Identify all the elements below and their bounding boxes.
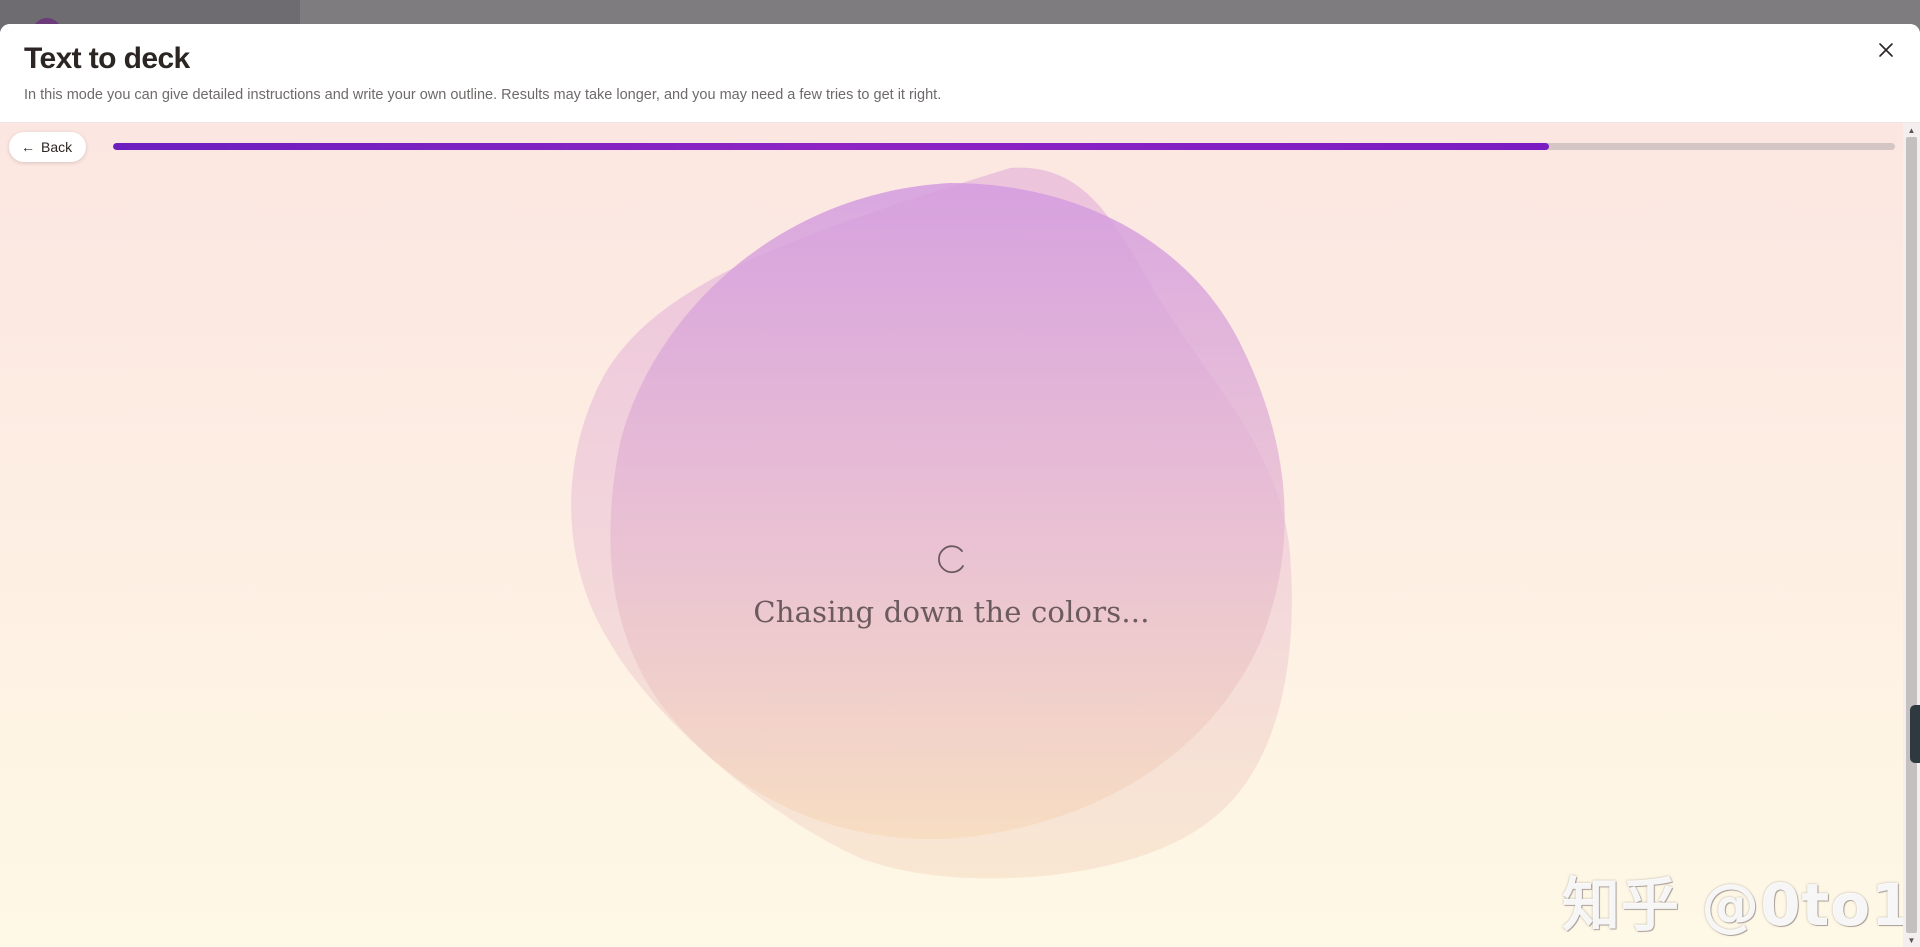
close-icon <box>1879 43 1893 57</box>
decorative-blobs <box>571 167 1292 879</box>
scroll-up-arrow-icon[interactable]: ▲ <box>1903 123 1920 137</box>
progress-bar <box>113 143 1895 150</box>
progress-fill <box>113 143 1550 150</box>
spinner-icon <box>938 545 964 574</box>
scrollbar[interactable]: ▲ ▼ <box>1903 123 1920 947</box>
modal-description: In this mode you can give detailed instr… <box>24 87 942 103</box>
close-button[interactable] <box>1872 36 1900 64</box>
scroll-down-arrow-icon[interactable]: ▼ <box>1903 933 1920 947</box>
watermark: 知乎 @0to1 <box>1562 871 1913 939</box>
loading-message: Chasing down the colors... <box>753 595 1150 629</box>
back-label: Back <box>41 139 73 155</box>
modal-header: Text to deck In this mode you can give d… <box>0 24 1920 123</box>
arrow-left-icon: ← <box>21 139 35 155</box>
back-button[interactable]: ← Back <box>9 132 87 162</box>
side-panel-tab[interactable] <box>1910 705 1920 763</box>
text-to-deck-modal: Text to deck In this mode you can give d… <box>0 24 1920 947</box>
generation-content: ← Back Chasing down the colors... 知乎 @0t… <box>0 123 1920 947</box>
modal-title: Text to deck <box>24 42 190 75</box>
scroll-thumb[interactable] <box>1906 137 1917 933</box>
